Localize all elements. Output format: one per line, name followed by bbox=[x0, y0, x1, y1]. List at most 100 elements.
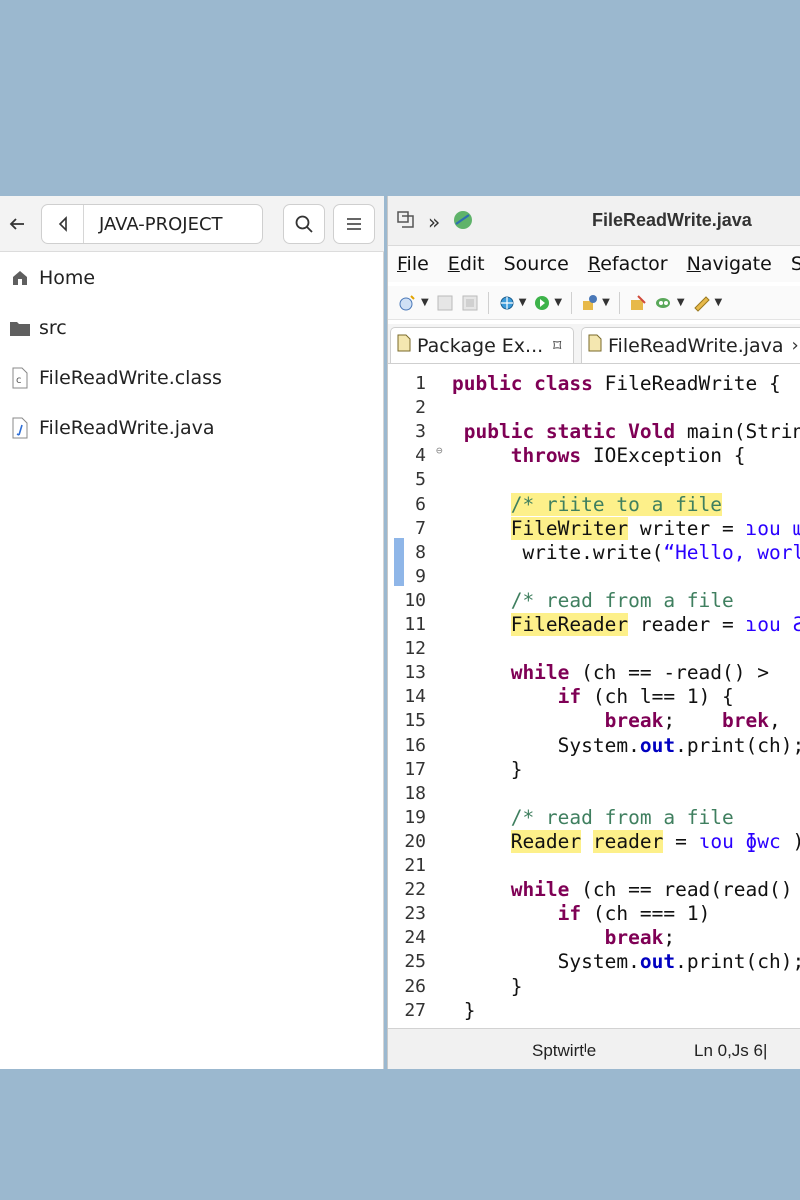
code-token: FileWriter bbox=[510, 516, 629, 540]
code-line[interactable]: 5 bbox=[388, 468, 800, 492]
new-wizard-button[interactable]: ▼ bbox=[398, 294, 429, 312]
code-text: } bbox=[452, 758, 523, 782]
line-number: 21 bbox=[404, 855, 426, 876]
code-line[interactable]: 6 /* riite to a file bbox=[388, 492, 800, 517]
code-line[interactable]: 24 break; bbox=[388, 926, 800, 950]
code-line[interactable]: 8 write.write(“Hello, worl bbox=[388, 541, 800, 565]
code-line[interactable]: 9 bbox=[388, 565, 800, 589]
line-number: 8 bbox=[415, 541, 426, 563]
chevron-down-icon[interactable]: ▼ bbox=[421, 297, 429, 308]
perspective-icon[interactable] bbox=[396, 210, 416, 234]
line-number: 10 bbox=[404, 589, 426, 611]
save-button[interactable] bbox=[436, 294, 454, 312]
code-line[interactable]: 21 bbox=[388, 854, 800, 878]
code-line[interactable]: 11 FileReader reader = ɿou Ƨı bbox=[388, 613, 800, 637]
sidebar-item-home[interactable]: Home bbox=[9, 263, 95, 293]
code-line[interactable]: 10 /* read from a file bbox=[388, 589, 800, 613]
code-line[interactable]: 13 while (ch == -read() > bbox=[388, 661, 800, 685]
code-line[interactable]: 14 if (ch l== 1) { bbox=[388, 685, 800, 709]
path-segment-label[interactable]: JAVA-PROJECT bbox=[84, 214, 223, 235]
tab-label: FileReadWrite.java bbox=[608, 334, 784, 357]
debug-button[interactable]: ▼ bbox=[498, 294, 527, 312]
open-type-button[interactable] bbox=[629, 294, 647, 312]
code-line[interactable]: 12 bbox=[388, 637, 800, 661]
code-token: ‚ bbox=[769, 709, 781, 733]
code-text: /* read from a file bbox=[452, 806, 734, 830]
code-line[interactable]: 4 throws IOException { bbox=[388, 444, 800, 468]
chevron-right-icon[interactable]: › bbox=[792, 335, 799, 356]
line-number: 12 bbox=[404, 638, 426, 660]
code-line[interactable]: 25 System.out.print(ch); bbox=[388, 950, 800, 974]
code-token: main(Strin bbox=[686, 420, 800, 444]
code-line[interactable]: 26 } bbox=[388, 975, 800, 999]
code-line[interactable]: 23 if (ch === 1) bbox=[388, 902, 800, 926]
chevron-double-right-icon[interactable]: » bbox=[428, 210, 440, 234]
chevron-down-icon[interactable]: ▼ bbox=[677, 297, 685, 308]
ide-window: » FileReadWrite.java File Edit Source Re… bbox=[387, 196, 800, 1069]
code-editor[interactable]: ⊖ 1 public class FileReadWrite {2 3 public… bbox=[388, 368, 800, 1028]
line-number: 20 bbox=[404, 830, 426, 852]
eclipse-logo-icon bbox=[452, 209, 474, 235]
search-button[interactable] bbox=[283, 204, 325, 244]
chevron-down-icon[interactable]: ▼ bbox=[519, 297, 527, 308]
flashlight-icon bbox=[655, 297, 670, 308]
code-line[interactable]: 22 while (ch == read(read() bbox=[388, 878, 800, 902]
code-line[interactable]: 17 } bbox=[388, 758, 800, 782]
code-text: /* riite to a file bbox=[452, 492, 723, 517]
chevron-down-icon[interactable]: ▼ bbox=[602, 297, 610, 308]
code-line[interactable]: 3 public static Vold main(Strin bbox=[388, 420, 800, 444]
chevron-down-icon[interactable]: ▼ bbox=[715, 297, 723, 308]
code-line[interactable]: 19 /* read from a file bbox=[388, 806, 800, 830]
code-text: if (ch === 1) bbox=[452, 902, 711, 926]
file-manager-header: JAVA-PROJECT bbox=[0, 196, 384, 252]
status-bar: Sptwirtᴵe Ln 0,Js 6| bbox=[388, 1028, 800, 1069]
file-item-class[interactable]: c FileReadWrite.class bbox=[9, 363, 222, 393]
path-previous-button[interactable] bbox=[42, 205, 84, 243]
menu-button[interactable] bbox=[333, 204, 375, 244]
code-token: (ch == read(read() bbox=[581, 878, 793, 902]
menu-edit[interactable]: Edit bbox=[448, 253, 485, 275]
sidebar-item-src[interactable]: src bbox=[9, 313, 67, 343]
code-line[interactable]: 27 } bbox=[388, 999, 800, 1023]
code-line[interactable]: 20 Reader reader = ɩou ɸwc ); bbox=[388, 829, 800, 854]
tab-package-explorer[interactable]: Package Ex... ⌑ bbox=[390, 327, 574, 363]
save-all-button[interactable] bbox=[461, 294, 479, 312]
run-button[interactable]: ▼ bbox=[533, 294, 562, 312]
line-number: 27 bbox=[404, 999, 426, 1021]
save-all-icon bbox=[462, 295, 478, 310]
code-token: System. bbox=[452, 733, 640, 757]
menu-navigate[interactable]: Navigate bbox=[687, 253, 772, 275]
line-number: 26 bbox=[404, 975, 426, 997]
toolbar-separator bbox=[618, 291, 620, 314]
close-icon[interactable]: ⌑ bbox=[553, 336, 561, 355]
code-token: reader bbox=[592, 829, 664, 853]
code-line[interactable]: 7 FileWriter writer = ɿou ɰɯ bbox=[388, 516, 800, 541]
tab-filereadwrite-java[interactable]: FileReadWrite.java › bbox=[581, 327, 800, 363]
new-project-icon bbox=[583, 294, 598, 310]
code-token: (ch l== 1) { bbox=[592, 685, 734, 709]
new-java-project-button[interactable]: ▼ bbox=[581, 294, 610, 312]
search-tool-button[interactable]: ▼ bbox=[654, 294, 685, 312]
code-text: public static Vold main(Strin bbox=[452, 420, 800, 444]
file-item-java[interactable]: FileReadWrite.java bbox=[9, 413, 215, 443]
menu-source[interactable]: Source bbox=[504, 253, 569, 275]
line-number: 1 bbox=[415, 373, 426, 394]
code-text: System.out.print(ch); bbox=[452, 950, 800, 974]
menu-file[interactable]: File bbox=[397, 253, 429, 275]
code-token: if bbox=[557, 902, 593, 926]
code-line[interactable]: 2 bbox=[388, 396, 800, 420]
menu-refactor[interactable]: Refactor bbox=[588, 253, 668, 275]
back-button[interactable] bbox=[4, 209, 30, 239]
code-line[interactable]: 15 break; brek‚ bbox=[388, 709, 800, 733]
annotation-nav-button[interactable]: ▼ bbox=[692, 294, 723, 312]
chevron-down-icon[interactable]: ▼ bbox=[554, 297, 562, 308]
code-line[interactable]: 16 System.out.print(ch); bbox=[388, 734, 800, 758]
code-line[interactable]: 18 bbox=[388, 782, 800, 806]
code-line[interactable]: 1 public class FileReadWrite { bbox=[388, 372, 800, 396]
menu-search[interactable]: Se bbox=[791, 253, 800, 275]
code-text: throws IOException { bbox=[452, 444, 746, 468]
